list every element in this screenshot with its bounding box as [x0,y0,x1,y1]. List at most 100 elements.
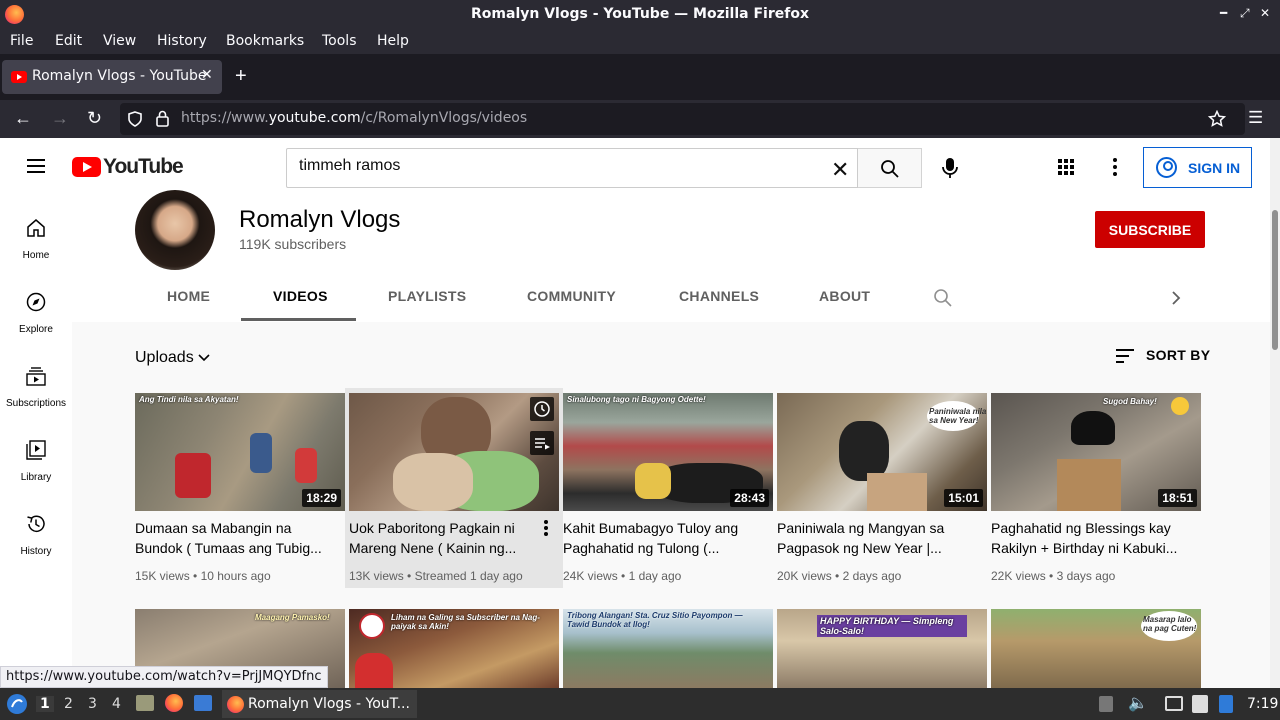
thumbnail-caption: Sugod Bahay! [1103,397,1157,406]
search-input[interactable] [299,157,819,175]
video-thumbnail[interactable]: Liham na Galing sa Subscriber na Nag-pai… [349,609,559,689]
file-manager-icon[interactable] [136,695,154,711]
home-icon [27,219,45,237]
shield-icon[interactable] [128,111,142,127]
video-thumbnail[interactable]: Sugod Bahay! 18:51 [991,393,1201,511]
menu-edit[interactable]: Edit [55,33,82,49]
clear-search-icon[interactable]: ✕ [831,157,849,183]
restore-icon[interactable]: ⤢ [1240,6,1250,21]
address-bar[interactable]: https://www.youtube.com/c/RomalynVlogs/v… [120,103,1245,135]
video-card[interactable]: Sinalubong tago ni Bagyong Odette! 28:43… [563,393,773,593]
taskbar: 1 2 3 4 Romalyn Vlogs - YouT... 🔈 7:19 [0,688,1280,720]
video-card[interactable]: Sugod Bahay! 18:51 Paghahatid ng Blessin… [991,393,1201,593]
video-thumbnail[interactable]: HAPPY BIRTHDAY — Simpleng Salo-Salo! [777,609,987,689]
workspace-3[interactable]: 3 [88,696,97,712]
workspace-2[interactable]: 2 [64,696,73,712]
url-text[interactable]: https://www.youtube.com/c/RomalynVlogs/v… [181,110,527,126]
video-menu-icon[interactable] [544,520,548,536]
close-tab-icon[interactable]: ✕ [201,67,213,83]
guide-item-home[interactable]: Home [0,218,72,288]
subscribe-button[interactable]: SUBSCRIBE [1095,211,1205,248]
new-tab-icon[interactable]: + [235,65,247,88]
microphone-icon[interactable] [940,157,960,179]
app-menu-icon[interactable]: ☰ [1248,108,1263,128]
close-window-icon[interactable]: ✕ [1260,6,1270,20]
tab-videos[interactable]: VIDEOS [273,288,328,304]
browser-tab[interactable]: Romalyn Vlogs - YouTube ✕ [2,60,222,94]
terminal-icon[interactable] [194,695,212,711]
guide-item-explore[interactable]: Explore [0,292,72,362]
video-card[interactable]: Paniniwala nila sa New Year! 15:01 Panin… [777,393,987,593]
video-card[interactable]: Ang Tindi nila sa Akyatan! 18:29 Dumaan … [135,393,345,593]
video-card-hovered[interactable]: Uok Paboritong Pagkain ni Mareng Nene ( … [345,388,563,588]
video-thumbnail[interactable] [349,393,559,511]
video-metadata: 13K views • Streamed 1 day ago [349,569,523,583]
menu-view[interactable]: View [103,33,136,49]
menu-help[interactable]: Help [377,33,409,49]
page-scrollbar[interactable] [1270,138,1280,690]
apps-grid-icon[interactable] [1058,159,1076,177]
watch-later-icon[interactable] [530,397,554,421]
add-to-queue-icon[interactable] [530,431,554,455]
video-title[interactable]: Paniniwala ng Mangyan sa Pagpasok ng New… [777,518,977,558]
firefox-icon [227,696,244,713]
video-thumbnail[interactable]: Sinalubong tago ni Bagyong Odette! 28:43 [563,393,773,511]
chevron-right-icon[interactable] [1171,290,1181,306]
tab-channels[interactable]: CHANNELS [679,288,759,304]
forward-icon[interactable]: → [51,108,69,129]
tab-playlists[interactable]: PLAYLISTS [388,288,466,304]
taskbar-window-button[interactable]: Romalyn Vlogs - YouT... [222,690,417,718]
webpage: YouTube ✕ SIGN IN Home Explore [0,138,1280,690]
menu-history[interactable]: History [157,33,207,49]
lock-icon[interactable] [156,110,169,127]
tab-about[interactable]: ABOUT [819,288,870,304]
settings-dots-icon[interactable] [1113,158,1117,179]
video-thumbnail[interactable]: Paniniwala nila sa New Year! 15:01 [777,393,987,511]
video-title[interactable]: Dumaan sa Mabangin na Bundok ( Tumaas an… [135,518,335,558]
search-icon [881,160,899,178]
search-box[interactable]: ✕ [286,148,858,188]
menu-tools[interactable]: Tools [322,33,357,49]
network-icon[interactable] [1165,696,1183,711]
bookmark-star-icon[interactable] [1208,110,1226,128]
sign-in-button[interactable]: SIGN IN [1143,147,1252,188]
updates-icon[interactable] [1219,695,1233,713]
minimize-icon[interactable]: ━ [1220,6,1227,20]
youtube-logo-icon[interactable] [72,157,101,177]
tab-home[interactable]: HOME [167,288,210,304]
video-thumbnail[interactable]: Tribong Alangan! Sta. Cruz Sitio Payompo… [563,609,773,689]
menu-file[interactable]: File [10,33,33,49]
volume-icon[interactable]: 🔈 [1128,693,1148,712]
tab-strip: Romalyn Vlogs - YouTube ✕ + [0,54,1280,100]
firefox-launcher-icon[interactable] [165,694,183,712]
uploads-dropdown[interactable]: Uploads [135,349,210,367]
santa-badge-icon [359,613,385,639]
scrollbar-thumb[interactable] [1272,210,1278,350]
guide-item-library[interactable]: Library [0,440,72,510]
channel-search-icon[interactable] [933,288,952,307]
search-button[interactable] [858,148,922,188]
menu-bookmarks[interactable]: Bookmarks [226,33,304,49]
youtube-favicon-icon [11,71,27,83]
channel-avatar[interactable] [135,190,215,270]
library-icon [26,440,46,460]
tray-icon[interactable] [1099,696,1113,712]
video-thumbnail[interactable]: Masarap lalo na pag Cuten! [991,609,1201,689]
workspace-4[interactable]: 4 [112,696,121,712]
youtube-wordmark[interactable]: YouTube [103,155,184,179]
start-menu-icon[interactable] [6,693,28,715]
back-icon[interactable]: ← [14,108,32,129]
thumbnail-caption: Sinalubong tago ni Bagyong Odette! [567,395,706,404]
video-title[interactable]: Uok Paboritong Pagkain ni Mareng Nene ( … [349,518,549,558]
guide-item-subscriptions[interactable]: Subscriptions [0,366,72,436]
history-icon [27,515,45,533]
video-title[interactable]: Kahit Bumabagyo Tuloy ang Paghahatid ng … [563,518,763,558]
workspace-1[interactable]: 1 [36,696,54,712]
video-thumbnail[interactable]: Ang Tindi nila sa Akyatan! 18:29 [135,393,345,511]
clipboard-icon[interactable] [1192,695,1208,713]
reload-icon[interactable]: ↻ [87,108,102,129]
video-title[interactable]: Paghahatid ng Blessings kay Rakilyn + Bi… [991,518,1191,558]
guide-menu-icon[interactable] [27,159,45,173]
tab-community[interactable]: COMMUNITY [527,288,616,304]
guide-item-history[interactable]: History [0,514,72,584]
